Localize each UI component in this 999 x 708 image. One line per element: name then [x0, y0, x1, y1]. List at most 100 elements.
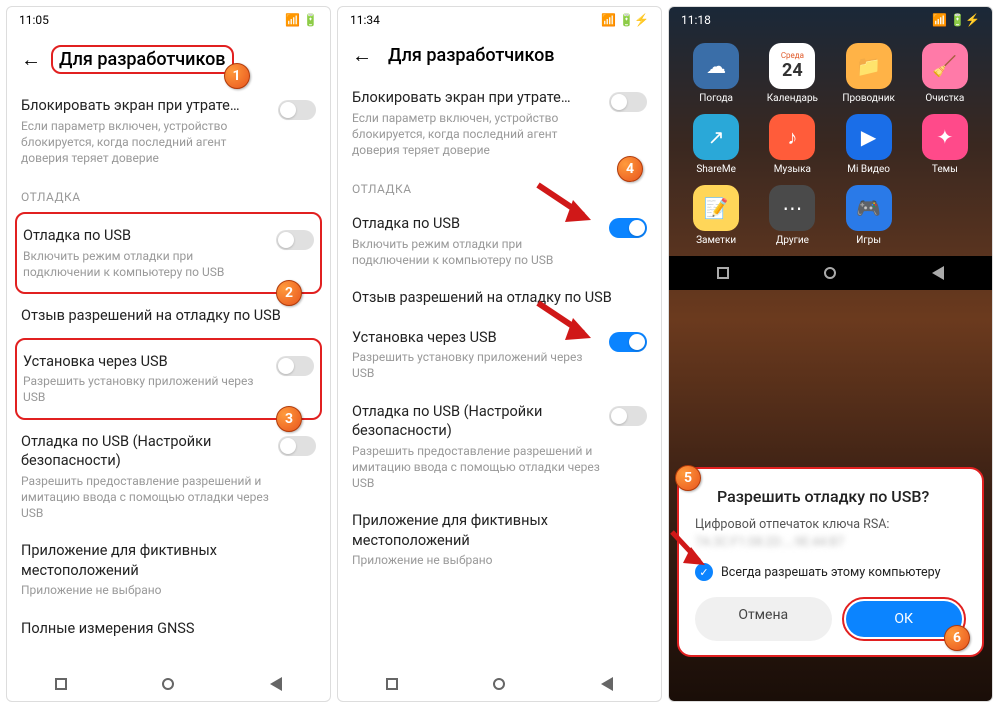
setting-lock-screen[interactable]: Блокировать экран при утрате… Если парам… [21, 86, 316, 176]
setting-desc: Включить режим отладки при подключении к… [23, 248, 268, 280]
app-Другие[interactable]: ⋯Другие [759, 185, 825, 246]
setting-usb-install[interactable]: Установка через USB Разрешить установку … [352, 318, 647, 392]
app-ShareMe[interactable]: ↗ShareMe [683, 114, 749, 175]
arrow-icon [533, 298, 603, 348]
app-Темы[interactable]: ✦Темы [912, 114, 978, 175]
setting-title: Блокировать экран при утрате… [21, 96, 270, 116]
back-icon[interactable]: ← [352, 43, 372, 68]
toggle-usb-install[interactable] [276, 356, 314, 376]
setting-desc: Приложение не выбрано [352, 552, 647, 568]
page-title: Для разработчиков [59, 49, 226, 70]
nav-bar [338, 667, 661, 701]
status-bar: 11:18 📶 🔋⚡ [669, 7, 992, 33]
title-highlight: Для разработчиков 1 [51, 45, 234, 74]
status-bar: 11:34 📶 🔋⚡ [338, 7, 661, 33]
status-icons: 📶 🔋⚡ [601, 13, 649, 27]
setting-desc: Разрешить предоставление разрешений и им… [21, 473, 270, 522]
settings-list[interactable]: Блокировать экран при утрате… Если парам… [338, 78, 661, 667]
toggle-lock[interactable] [278, 100, 316, 120]
page-title: Для разработчиков [388, 45, 555, 66]
callout-badge-1: 1 [224, 63, 250, 89]
clock: 11:34 [350, 13, 380, 27]
setting-usb-security[interactable]: Отладка по USB (Настройки безопасности) … [21, 422, 316, 532]
setting-revoke[interactable]: Отзыв разрешений на отладку по USB [21, 296, 316, 336]
nav-back-icon[interactable] [601, 677, 613, 691]
clock: 11:05 [19, 13, 49, 27]
app-Календарь[interactable]: Среда24Календарь [759, 43, 825, 104]
setting-title: Приложение для фиктивных местоположений [352, 511, 647, 550]
nav-back-icon[interactable] [270, 677, 282, 691]
callout-badge-6: 6 [944, 625, 970, 651]
setting-title: Приложение для фиктивных местоположений [21, 541, 316, 580]
setting-title: Полные измерения GNSS [21, 619, 316, 639]
phone-screen-3: 11:18 📶 🔋⚡ ☁ПогодаСреда24Календарь📁Прово… [668, 6, 993, 702]
app-Погода[interactable]: ☁Погода [683, 43, 749, 104]
app-Музыка[interactable]: ♪Музыка [759, 114, 825, 175]
always-allow-row[interactable]: ✓ Всегда разрешать этому компьютеру [695, 563, 966, 581]
nav-home-icon[interactable] [493, 678, 505, 690]
dialog-fingerprint-label: Цифровой отпечаток ключа RSA: [695, 516, 966, 534]
nav-bar [669, 256, 992, 290]
nav-bar [7, 667, 330, 701]
app-Очистка[interactable]: 🧹Очистка [912, 43, 978, 104]
usb-debug-dialog: 5 Разрешить отладку по USB? Цифровой отп… [677, 467, 984, 657]
setting-desc: Приложение не выбрано [21, 582, 316, 598]
phone-screen-1: 11:05 📶 🔋 ← Для разработчиков 1 Блокиров… [6, 6, 331, 702]
setting-title: Отладка по USB (Настройки безопасности) [21, 432, 270, 471]
nav-home-icon[interactable] [824, 267, 836, 279]
app-Проводник[interactable]: 📁Проводник [836, 43, 902, 104]
settings-list[interactable]: Блокировать экран при утрате… Если парам… [7, 86, 330, 667]
toggle-lock[interactable] [609, 92, 647, 112]
nav-recents-icon[interactable] [386, 678, 398, 690]
setting-title: Отладка по USB (Настройки безопасности) [352, 402, 601, 441]
back-icon[interactable]: ← [21, 47, 41, 72]
header: ← Для разработчиков 1 [7, 33, 330, 86]
ok-highlight: ОК 6 [842, 597, 967, 641]
header: ← Для разработчиков [338, 33, 661, 78]
setting-title: Установка через USB [23, 352, 268, 372]
setting-mock-location[interactable]: Приложение для фиктивных местоположений … [352, 501, 647, 578]
setting-usb-security[interactable]: Отладка по USB (Настройки безопасности) … [352, 392, 647, 502]
setting-desc: Включить режим отладки при подключении к… [352, 236, 601, 268]
nav-recents-icon[interactable] [55, 678, 67, 690]
setting-desc: Разрешить установку приложений через USB [352, 349, 601, 381]
setting-desc: Если параметр включен, устройство блокир… [21, 118, 270, 167]
status-icons: 📶 🔋⚡ [932, 13, 980, 27]
nav-back-icon[interactable] [932, 266, 944, 280]
setting-usb-debug[interactable]: Отладка по USB Включить режим отладки пр… [23, 216, 314, 290]
app-Игры[interactable]: 🎮Игры [836, 185, 902, 246]
arrow-icon [533, 180, 603, 230]
cancel-button[interactable]: Отмена [695, 597, 832, 641]
status-icons: 📶 🔋 [285, 13, 318, 27]
home-app-grid[interactable]: ☁ПогодаСреда24Календарь📁Проводник🧹Очистк… [669, 33, 992, 256]
callout-badge-4: 4 [617, 156, 643, 182]
always-allow-label: Всегда разрешать этому компьютеру [721, 565, 941, 580]
app-Mi Видео[interactable]: ▶Mi Видео [836, 114, 902, 175]
setting-lock-screen[interactable]: Блокировать экран при утрате… Если парам… [352, 78, 647, 168]
callout-badge-2: 2 [276, 280, 302, 306]
clock: 11:18 [681, 13, 711, 27]
usb-debug-highlight: Отладка по USB Включить режим отладки пр… [15, 212, 322, 294]
toggle-usb-debug[interactable] [276, 230, 314, 250]
setting-desc: Если параметр включен, устройство блокир… [352, 110, 601, 159]
toggle-usb-security[interactable] [609, 406, 647, 426]
phone-screen-2: 11:34 📶 🔋⚡ ← Для разработчиков Блокирова… [337, 6, 662, 702]
callout-badge-3: 3 [276, 406, 302, 432]
toggle-usb-security[interactable] [278, 436, 316, 456]
nav-recents-icon[interactable] [717, 267, 729, 279]
setting-desc: Разрешить установку приложений через USB [23, 373, 268, 405]
nav-home-icon[interactable] [162, 678, 174, 690]
toggle-usb-install[interactable] [609, 332, 647, 352]
setting-usb-install[interactable]: Установка через USB Разрешить установку … [23, 342, 314, 416]
callout-badge-5: 5 [675, 465, 701, 491]
dialog-title: Разрешить отладку по USB? [695, 487, 966, 506]
toggle-usb-debug[interactable] [609, 218, 647, 238]
app-Заметки[interactable]: 📝Заметки [683, 185, 749, 246]
dialog-fingerprint: 7A:3C:F1:08:2D:…:9E:44:B7 [695, 534, 966, 552]
setting-mock-location[interactable]: Приложение для фиктивных местоположений … [21, 531, 316, 608]
arrow-icon [668, 529, 717, 579]
section-label: ОТЛАДКА [21, 190, 316, 204]
setting-usb-debug[interactable]: Отладка по USB Включить режим отладки пр… [352, 204, 647, 278]
setting-title: Отладка по USB [23, 226, 268, 246]
setting-gnss[interactable]: Полные измерения GNSS [21, 609, 316, 649]
